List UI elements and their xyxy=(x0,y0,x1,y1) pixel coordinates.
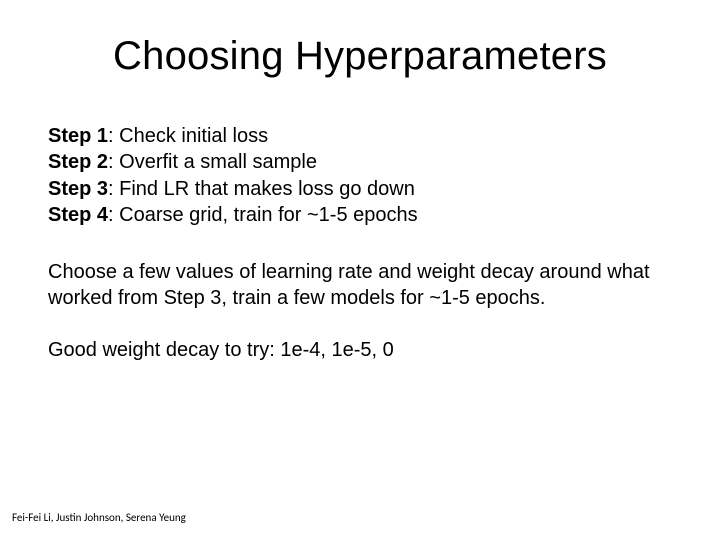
step-text: : Coarse grid, train for ~1-5 epochs xyxy=(108,204,418,226)
footer-authors: Fei-Fei Li, Justin Johnson, Serena Yeung xyxy=(12,511,186,524)
page-title: Choosing Hyperparameters xyxy=(48,34,672,79)
steps-list: Step 1: Check initial loss Step 2: Overf… xyxy=(48,123,672,229)
step-label: Step 2 xyxy=(48,151,108,173)
step-label: Step 3 xyxy=(48,178,108,200)
step-line: Step 4: Coarse grid, train for ~1-5 epoc… xyxy=(48,202,672,228)
step-text: : Find LR that makes loss go down xyxy=(108,178,415,200)
body-paragraph: Choose a few values of learning rate and… xyxy=(48,259,672,312)
body-paragraph: Good weight decay to try: 1e-4, 1e-5, 0 xyxy=(48,337,672,363)
slide: Choosing Hyperparameters Step 1: Check i… xyxy=(0,0,720,540)
step-label: Step 4 xyxy=(48,204,108,226)
step-text: : Check initial loss xyxy=(108,125,268,147)
step-line: Step 3: Find LR that makes loss go down xyxy=(48,176,672,202)
step-line: Step 1: Check initial loss xyxy=(48,123,672,149)
step-label: Step 1 xyxy=(48,125,108,147)
step-text: : Overfit a small sample xyxy=(108,151,317,173)
step-line: Step 2: Overfit a small sample xyxy=(48,149,672,175)
